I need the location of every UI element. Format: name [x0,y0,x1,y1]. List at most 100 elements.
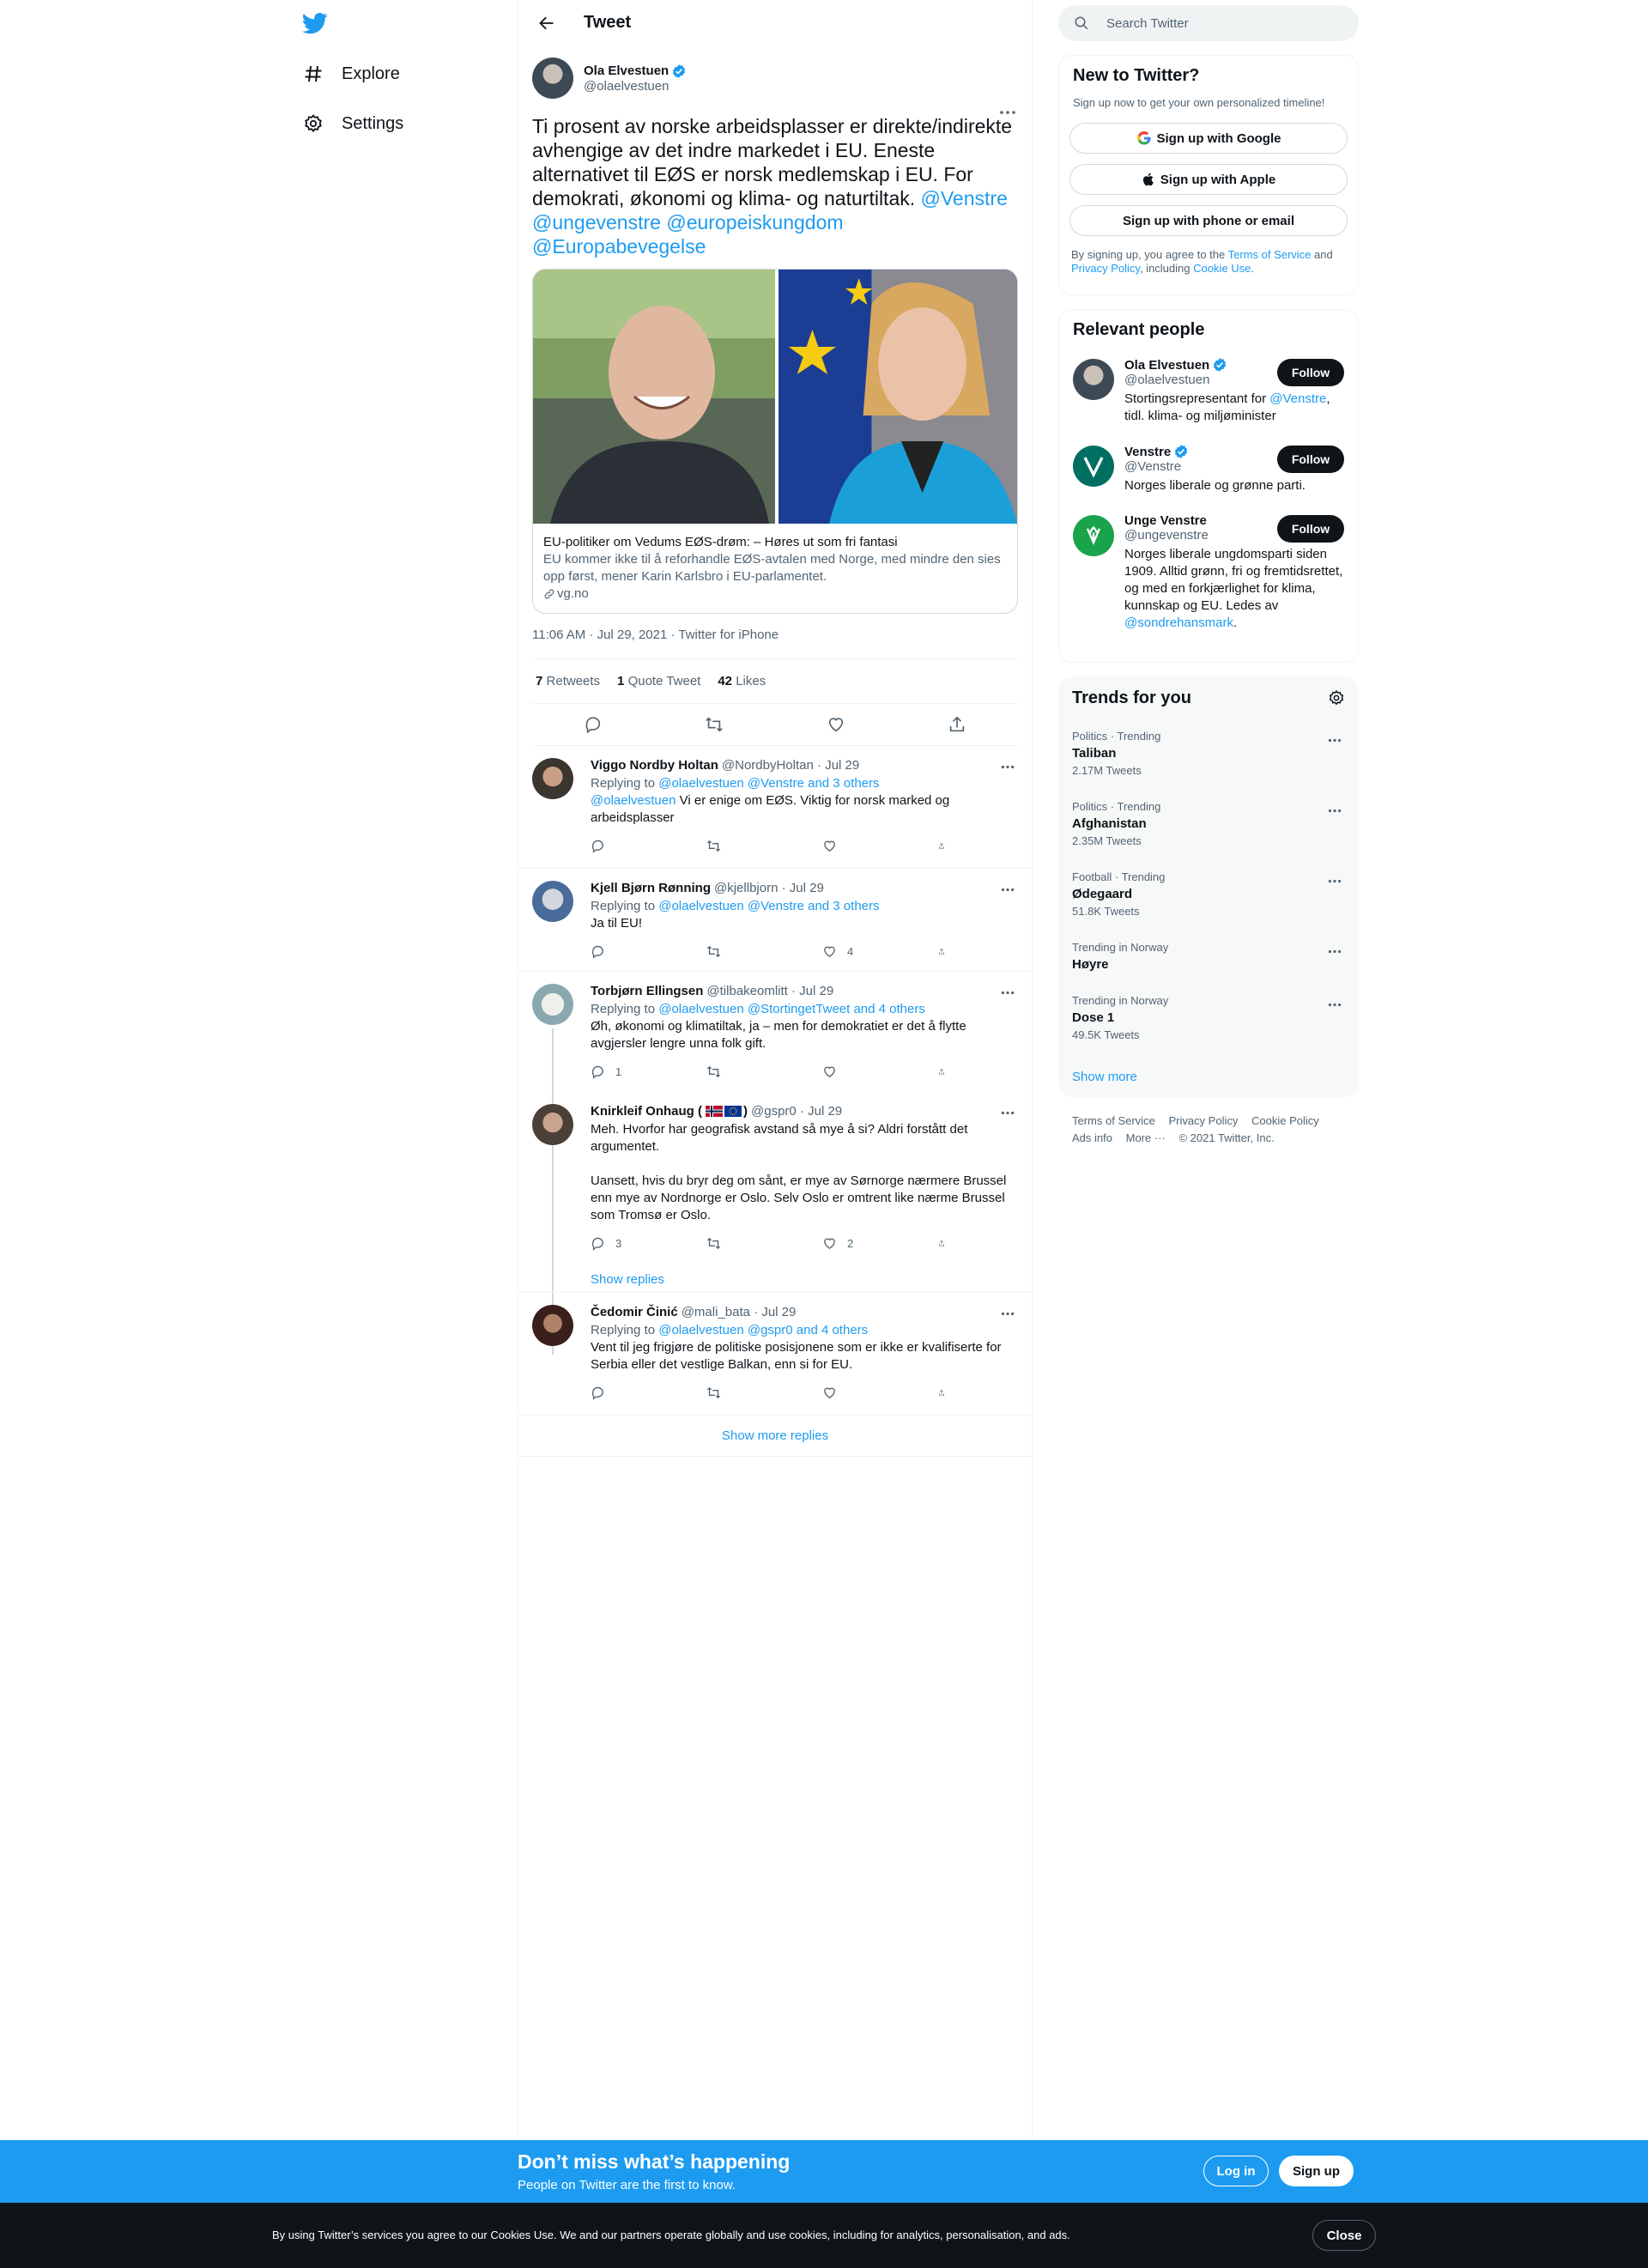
unge-venstre-logo-icon[interactable] [1073,515,1114,556]
like-icon[interactable] [822,1064,891,1079]
reply-tweet[interactable]: Viggo Nordby Holtan @NordbyHoltan · Jul 2… [518,746,1032,869]
mention-link[interactable]: @olaelvestuen [591,793,676,808]
retweet-icon[interactable] [706,1386,775,1400]
avatar[interactable] [1073,359,1114,400]
reply-author-name[interactable]: Viggo Nordby Holtan [591,758,718,773]
reply-tweet[interactable]: Kjell Bjørn Rønning @kjellbjorn · Jul 29 … [518,869,1032,972]
retweet-icon[interactable] [706,1064,775,1079]
avatar[interactable] [532,1104,573,1145]
tweet-timestamp[interactable]: 11:06 AM · Jul 29, 2021 · Twitter for iP… [532,628,1018,645]
avatar[interactable] [532,984,573,1025]
more-options-icon[interactable] [997,1305,1018,1322]
more-options-icon[interactable] [997,984,1018,1001]
mention-link[interactable]: @europeiskungdom [666,211,843,233]
retweet-icon[interactable] [706,1236,775,1251]
like-icon[interactable] [822,1386,891,1400]
quote-stat[interactable]: 1 Quote Tweet [617,674,700,688]
reply-author-name[interactable]: Čedomir Činić [591,1305,678,1319]
share-icon[interactable] [938,1386,955,1400]
more-options-icon[interactable] [1324,872,1345,889]
reply-author-name[interactable]: Knirkleif Onhaug ( [591,1104,702,1119]
like-stat[interactable]: 42 Likes [718,674,766,688]
like-icon[interactable]: 4 [822,944,891,959]
show-replies-link[interactable]: Show replies [591,1262,1018,1296]
signup-apple-button[interactable]: Sign up with Apple [1069,164,1348,195]
trend-item[interactable]: Trending in Norway Høyre [1058,931,1359,984]
reply-icon[interactable] [591,839,659,853]
reply-icon[interactable]: 3 [591,1236,659,1251]
login-button[interactable]: Log in [1203,2156,1269,2186]
avatar[interactable] [532,58,573,99]
share-icon[interactable] [938,1064,955,1079]
reply-date[interactable]: Jul 29 [808,1104,842,1119]
person-name[interactable]: Unge Venstre [1124,513,1207,528]
more-options-icon[interactable] [997,881,1018,898]
cookie-use-link[interactable]: Cookie Use [1193,262,1251,275]
person-card[interactable]: Unge Venstre @ungevenstre Norges liberal… [1073,513,1344,632]
search-input[interactable]: Search Twitter [1058,5,1359,41]
trend-item[interactable]: Trending in Norway Dose 1 49.5K Tweets [1058,984,1359,1054]
more-options-icon[interactable] [997,758,1018,775]
avatar[interactable] [532,881,573,922]
nav-settings[interactable]: Settings [302,106,403,141]
follow-button[interactable]: Follow [1277,446,1344,473]
footer-privacy-link[interactable]: Privacy Policy [1168,1114,1238,1127]
footer-more-link[interactable]: More ··· [1126,1131,1166,1144]
person-name[interactable]: Venstre [1124,445,1171,459]
more-options-icon[interactable] [1324,802,1345,819]
reply-author-name[interactable]: Torbjørn Ellingsen [591,984,703,998]
like-icon[interactable] [820,708,852,741]
privacy-link[interactable]: Privacy Policy [1071,262,1140,275]
like-icon[interactable] [822,839,891,853]
replying-to-link[interactable]: @olaelvestuen @StortingetTweet and 4 oth… [658,1002,925,1016]
retweet-icon[interactable] [706,944,775,959]
mention-link[interactable]: @ungevenstre [532,211,661,233]
mention-link[interactable]: @Europabevegelse [532,235,706,258]
link-card[interactable]: EU-politiker om Vedums EØS-drøm: – Høres… [532,269,1018,614]
share-icon[interactable] [938,944,955,959]
nav-explore[interactable]: Explore [302,57,400,91]
footer-terms-link[interactable]: Terms of Service [1072,1114,1155,1127]
reply-tweet[interactable]: Knirkleif Onhaug ( ) @gspr0 · Jul 29 Meh… [518,1092,1032,1293]
terms-link[interactable]: Terms of Service [1228,248,1312,261]
reply-tweet[interactable]: Torbjørn Ellingsen @tilbakeomlitt · Jul 2… [518,972,1032,1092]
follow-button[interactable]: Follow [1277,515,1344,543]
mention-link[interactable]: @Venstre [921,187,1008,209]
twitter-bird-icon[interactable] [301,10,328,36]
close-button[interactable]: Close [1312,2220,1376,2251]
share-icon[interactable] [938,1236,955,1251]
person-card[interactable]: Ola Elvestuen @olaelvestuen Stortingsrep… [1073,357,1344,425]
reply-icon[interactable] [591,1386,659,1400]
trend-item[interactable]: Politics · Trending Taliban 2.17M Tweets [1058,719,1359,790]
card-image[interactable] [533,270,1017,524]
avatar[interactable] [532,758,573,799]
replying-to-link[interactable]: @olaelvestuen @Venstre and 3 others [658,899,879,913]
reply-icon[interactable] [577,708,609,741]
reply-date[interactable]: Jul 29 [790,881,824,895]
show-more-replies-link[interactable]: Show more replies [518,1416,1032,1457]
reply-date[interactable]: Jul 29 [761,1305,796,1319]
signup-phone-email-button[interactable]: Sign up with phone or email [1069,205,1348,236]
more-options-icon[interactable] [1324,943,1345,960]
more-options-icon[interactable] [997,104,1018,121]
reply-icon[interactable] [591,944,659,959]
tweet-author[interactable]: Ola Elvestuen @olaelvestuen [532,56,1018,100]
reply-tweet[interactable]: Čedomir Činić @mali_bata · Jul 29 Replyin… [518,1293,1032,1416]
replying-to-link[interactable]: @olaelvestuen @gspr0 and 4 others [658,1323,868,1337]
share-icon[interactable] [938,839,955,853]
more-options-icon[interactable] [1324,996,1345,1013]
avatar[interactable] [532,1305,573,1346]
mention-link[interactable]: @sondrehansmark [1124,616,1233,630]
more-options-icon[interactable] [1324,731,1345,749]
reply-author-name[interactable]: Kjell Bjørn Rønning [591,881,711,895]
share-icon[interactable] [941,708,973,741]
signup-button[interactable]: Sign up [1279,2156,1354,2186]
venstre-logo-icon[interactable] [1073,446,1114,487]
like-icon[interactable]: 2 [822,1236,891,1251]
retweet-icon[interactable] [706,839,775,853]
follow-button[interactable]: Follow [1277,359,1344,386]
reply-date[interactable]: Jul 29 [799,984,833,998]
more-options-icon[interactable] [997,1104,1018,1121]
footer-ads-link[interactable]: Ads info [1072,1131,1112,1144]
trend-item[interactable]: Politics · Trending Afghanistan 2.35M Tw… [1058,790,1359,860]
